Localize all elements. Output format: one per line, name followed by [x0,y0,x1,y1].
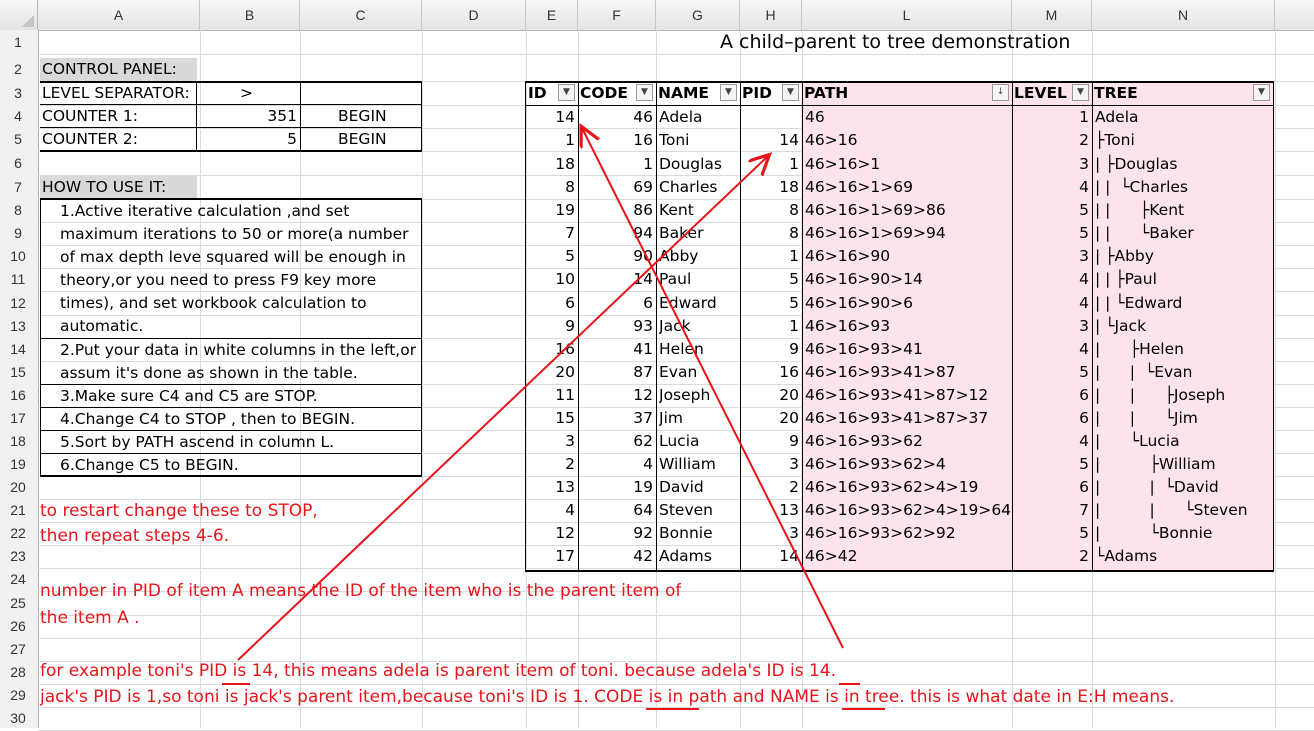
annotation-arrows [222,0,885,710]
arrow-id-to-adela-id [582,128,844,649]
arrow-pid-to-toni-pid [237,156,768,661]
